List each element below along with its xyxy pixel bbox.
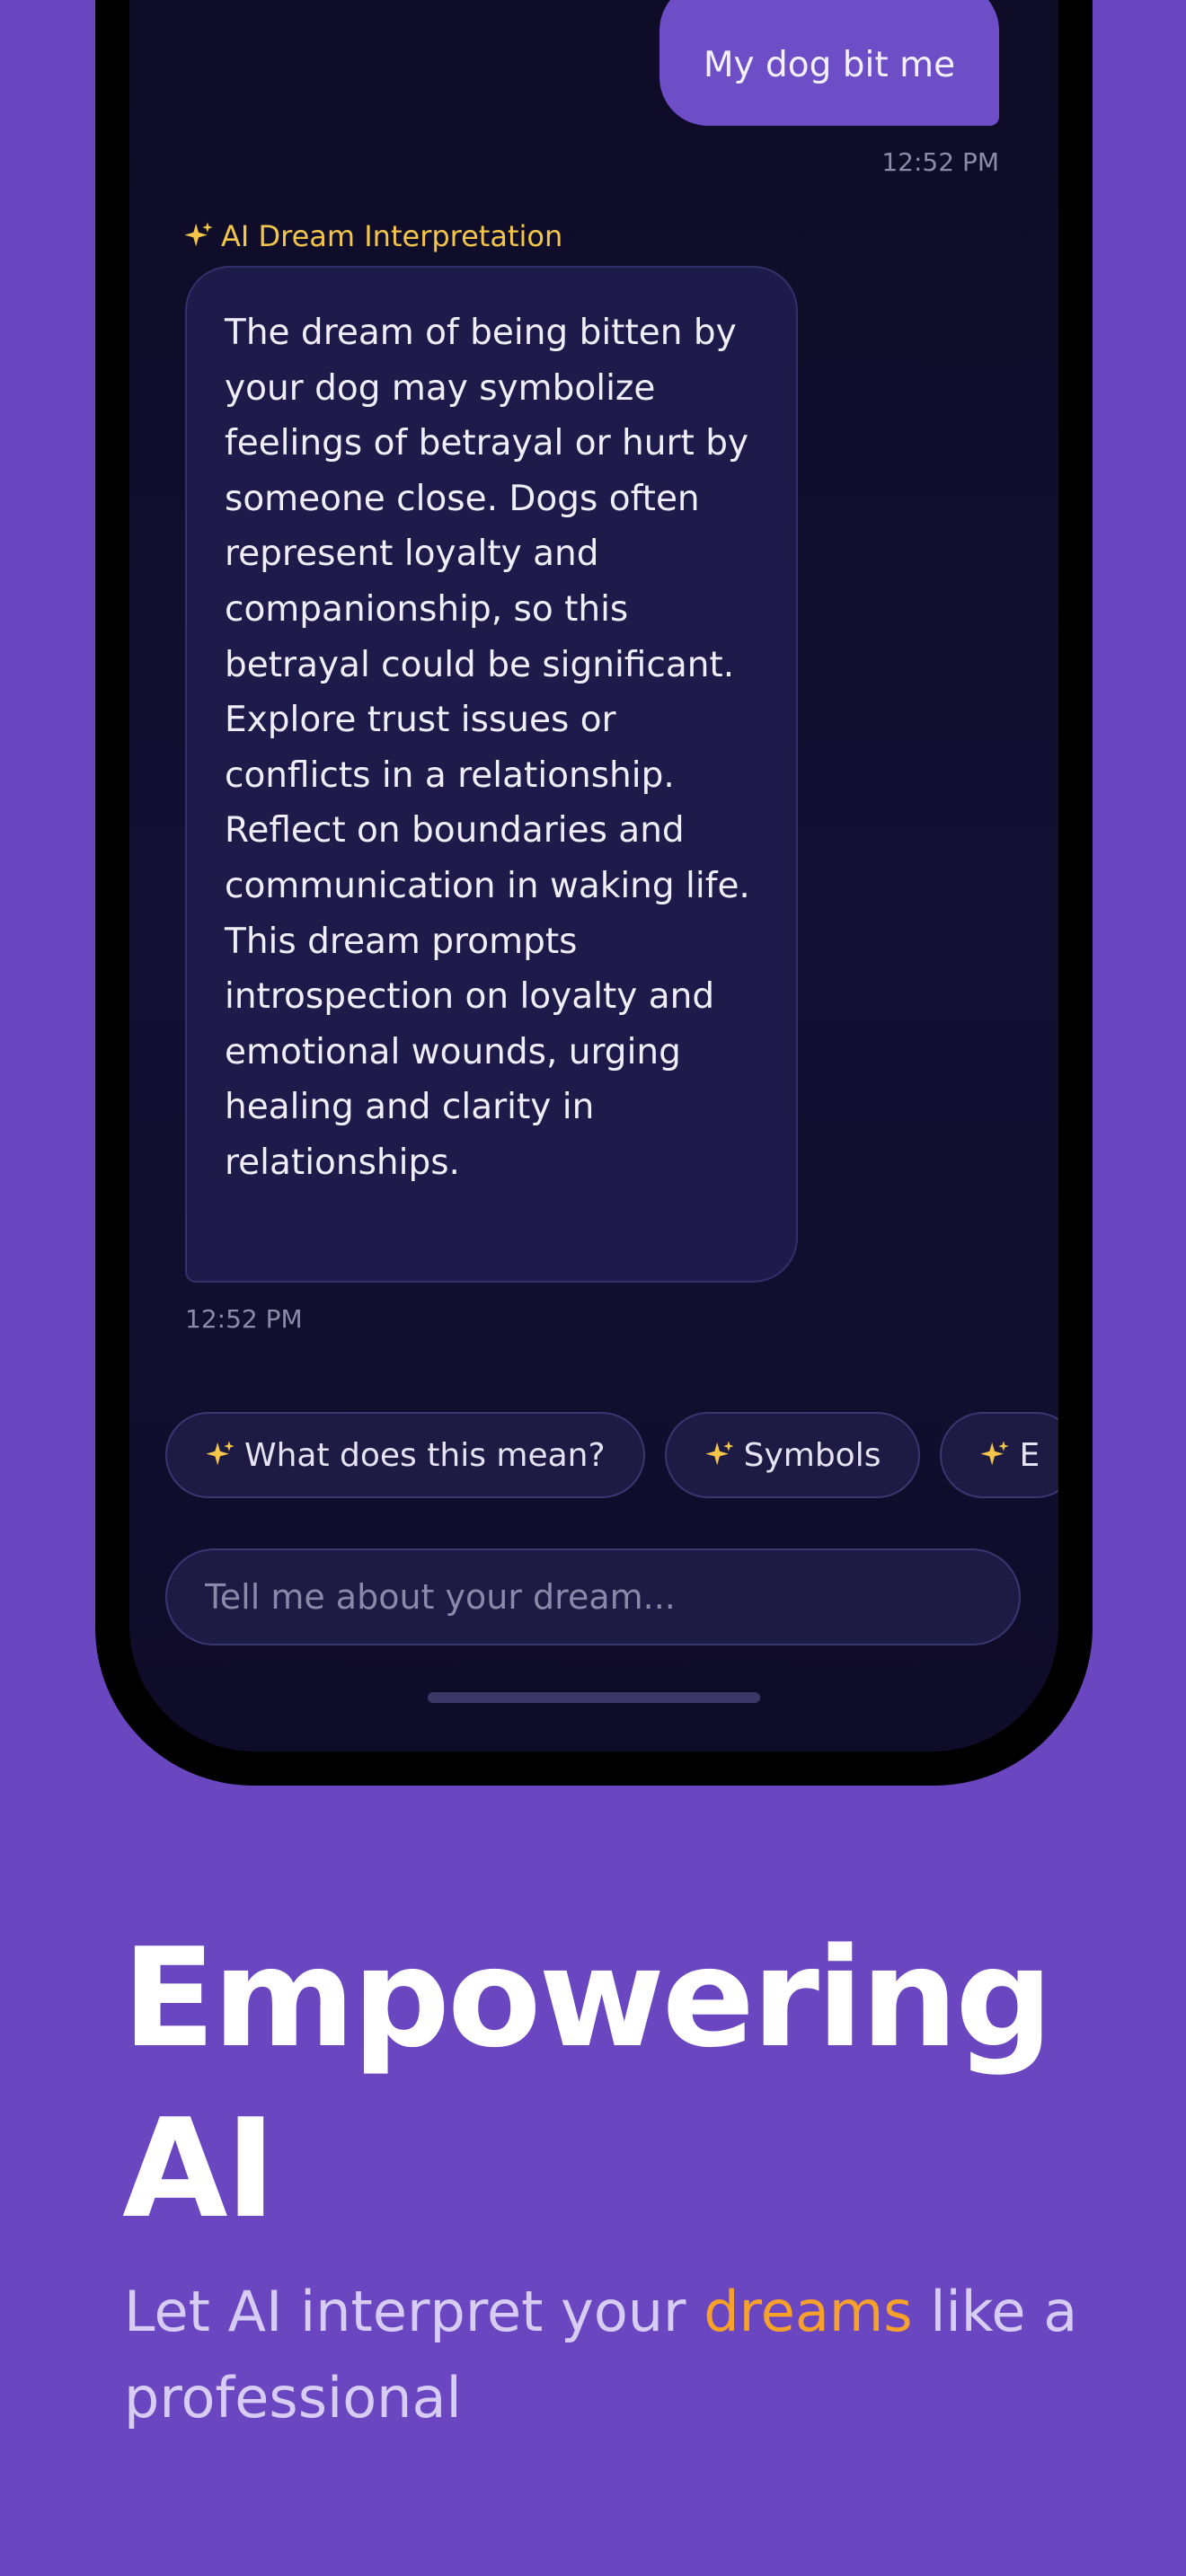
user-message-bubble: My dog bit me [659, 0, 999, 126]
headline-line-2: AI [122, 2089, 276, 2248]
home-indicator [428, 1692, 760, 1703]
suggestion-chips: What does this mean? Symbols E [165, 1412, 1058, 1502]
sparkles-icon [705, 1441, 734, 1466]
ai-response-bubble: The dream of being bitten by your dog ma… [185, 266, 798, 1283]
ai-label-text: AI Dream Interpretation [221, 219, 563, 253]
suggestion-chip-label: E [1019, 1436, 1040, 1474]
suggestion-chip-partial[interactable]: E [940, 1412, 1058, 1498]
promo-subtitle: Let AI interpret your dreams like a prof… [124, 2269, 1094, 2441]
subtitle-before: Let AI interpret your [124, 2279, 704, 2344]
suggestion-chip-symbols[interactable]: Symbols [664, 1412, 921, 1498]
suggestion-chip-label: Symbols [743, 1436, 881, 1474]
sparkles-icon [184, 222, 213, 247]
sparkles-icon [206, 1441, 235, 1466]
suggestion-chip-label: What does this mean? [244, 1436, 606, 1474]
user-message-time: 12:52 PM [881, 147, 999, 177]
ai-response-text: The dream of being bitten by your dog ma… [225, 313, 750, 1183]
headline-line-1: Empowering [122, 1919, 1053, 2078]
chat-screen: My dog bit me 12:52 PM AI Dream Interpre… [129, 0, 1058, 1751]
sparkles-icon [980, 1441, 1010, 1466]
dream-input[interactable] [165, 1548, 1021, 1645]
subtitle-highlight: dreams [704, 2279, 913, 2344]
ai-message-time: 12:52 PM [185, 1304, 303, 1334]
promo-headline: Empowering AI [122, 1913, 1053, 2254]
user-message-text: My dog bit me [703, 44, 956, 85]
ai-label: AI Dream Interpretation [183, 219, 562, 253]
suggestion-chip-what-does-this-mean[interactable]: What does this mean? [165, 1412, 645, 1498]
